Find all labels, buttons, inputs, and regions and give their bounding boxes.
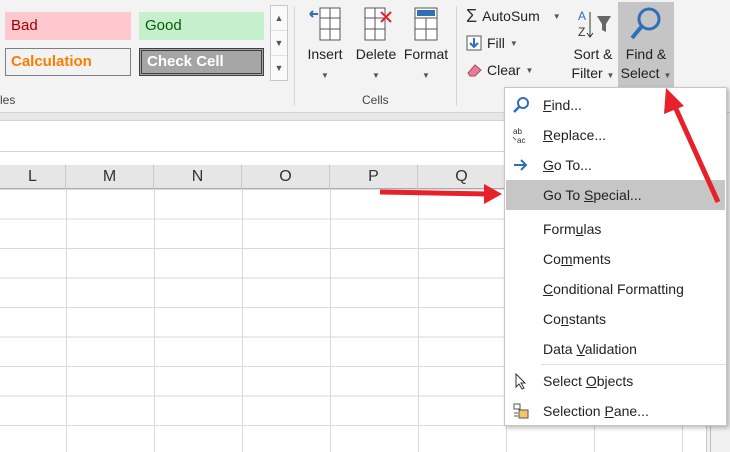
find-icon: [513, 97, 529, 113]
selection-pane-icon: [513, 403, 529, 419]
menu-item-comments[interactable]: Comments: [505, 244, 726, 274]
sort-filter-label-2: Filter: [571, 65, 603, 81]
find-select-menu: Find... ab ac Replace... Go To... Go To …: [504, 87, 727, 426]
svg-text:Z: Z: [578, 25, 585, 39]
magnifier-icon: [630, 7, 661, 40]
sigma-icon: Σ: [466, 5, 478, 26]
menu-item-constants[interactable]: Constants: [505, 304, 726, 334]
column-header-O[interactable]: O: [242, 165, 330, 189]
insert-button[interactable]: Insert ▼: [302, 6, 348, 85]
fill-dropdown-icon: ▼: [509, 38, 518, 48]
style-calculation[interactable]: Calculation: [5, 48, 131, 76]
menu-item-data-validation[interactable]: Data Validation: [505, 334, 726, 364]
menu-item-selection-pane[interactable]: Selection Pane...: [505, 396, 726, 426]
sort-filter-label-1: Sort &: [573, 46, 613, 62]
column-header-P[interactable]: P: [330, 165, 418, 189]
menu-item-find[interactable]: Find...: [505, 90, 726, 120]
grid-line: [242, 189, 243, 452]
menu-item-goto-special[interactable]: Go To Special...: [506, 180, 725, 210]
styles-group-label: les: [0, 93, 16, 107]
format-cells-icon: [414, 7, 438, 41]
find-select-button[interactable]: Find & Select ▼: [618, 2, 674, 89]
find-select-dropdown-icon: ▼: [663, 71, 672, 80]
fill-button[interactable]: Fill ▼: [466, 32, 518, 54]
group-divider: [456, 6, 457, 106]
svg-text:ab: ab: [513, 127, 522, 136]
cells-group-label: Cells: [362, 93, 389, 107]
clear-dropdown-icon: ▼: [525, 65, 534, 75]
clear-button[interactable]: Clear ▼: [466, 59, 533, 81]
format-button[interactable]: Format ▼: [402, 6, 450, 85]
menu-item-select-objects[interactable]: Select Objects: [505, 366, 726, 396]
format-label: Format: [403, 46, 449, 62]
find-select-label-1: Find &: [625, 46, 667, 62]
fill-down-icon: [466, 35, 482, 51]
delete-dropdown-icon: ▼: [372, 71, 380, 80]
delete-label: Delete: [355, 46, 397, 62]
column-header-M[interactable]: M: [66, 165, 154, 189]
menu-item-goto[interactable]: Go To...: [505, 150, 726, 180]
styles-gallery-scroll: ▲ ▼ ▼: [270, 5, 288, 81]
menu-separator: [541, 364, 726, 365]
svg-text:ac: ac: [517, 136, 525, 144]
sort-filter-dropdown-icon: ▼: [606, 71, 615, 80]
gallery-up-icon[interactable]: ▲: [271, 6, 287, 31]
group-divider: [294, 6, 295, 106]
gallery-down-icon[interactable]: ▼: [271, 31, 287, 56]
style-check-cell[interactable]: Check Cell: [139, 48, 264, 76]
gallery-more-icon[interactable]: ▼: [271, 56, 287, 81]
replace-icon: ab ac: [512, 127, 525, 144]
column-header-Q[interactable]: Q: [418, 165, 506, 189]
menu-item-conditional-formatting[interactable]: Conditional Formatting: [505, 274, 726, 304]
menu-item-formulas[interactable]: Formulas: [505, 214, 726, 244]
svg-text:A: A: [578, 9, 586, 23]
clear-label: Clear: [487, 62, 521, 78]
autosum-dropdown-icon: ▼: [552, 11, 561, 21]
column-header-L[interactable]: L: [0, 165, 66, 189]
insert-label: Insert: [307, 46, 343, 62]
grid-line: [154, 189, 155, 452]
autosum-button[interactable]: Σ AutoSum ▼: [466, 5, 561, 27]
grid-line: [66, 189, 67, 452]
style-good[interactable]: Good: [139, 12, 264, 40]
column-header-N[interactable]: N: [154, 165, 242, 189]
sort-filter-icon: A Z: [578, 9, 611, 39]
fill-label: Fill: [487, 35, 505, 51]
pointer-icon: [515, 372, 527, 390]
menu-item-replace[interactable]: ab ac Replace...: [505, 120, 726, 150]
delete-cells-icon: [364, 7, 392, 41]
delete-button[interactable]: Delete ▼: [352, 6, 400, 85]
sort-filter-button[interactable]: A Z Sort & Filter ▼: [568, 6, 618, 85]
autosum-label: AutoSum: [482, 8, 540, 24]
grid-line: [330, 189, 331, 452]
arrow-right-icon: [514, 159, 528, 171]
insert-cells-icon: [309, 7, 341, 41]
style-bad[interactable]: Bad: [5, 12, 131, 40]
insert-dropdown-icon: ▼: [321, 71, 329, 80]
format-dropdown-icon: ▼: [422, 71, 430, 80]
grid-line: [418, 189, 419, 452]
find-select-label-2: Select: [620, 65, 660, 81]
eraser-icon: [467, 64, 482, 77]
